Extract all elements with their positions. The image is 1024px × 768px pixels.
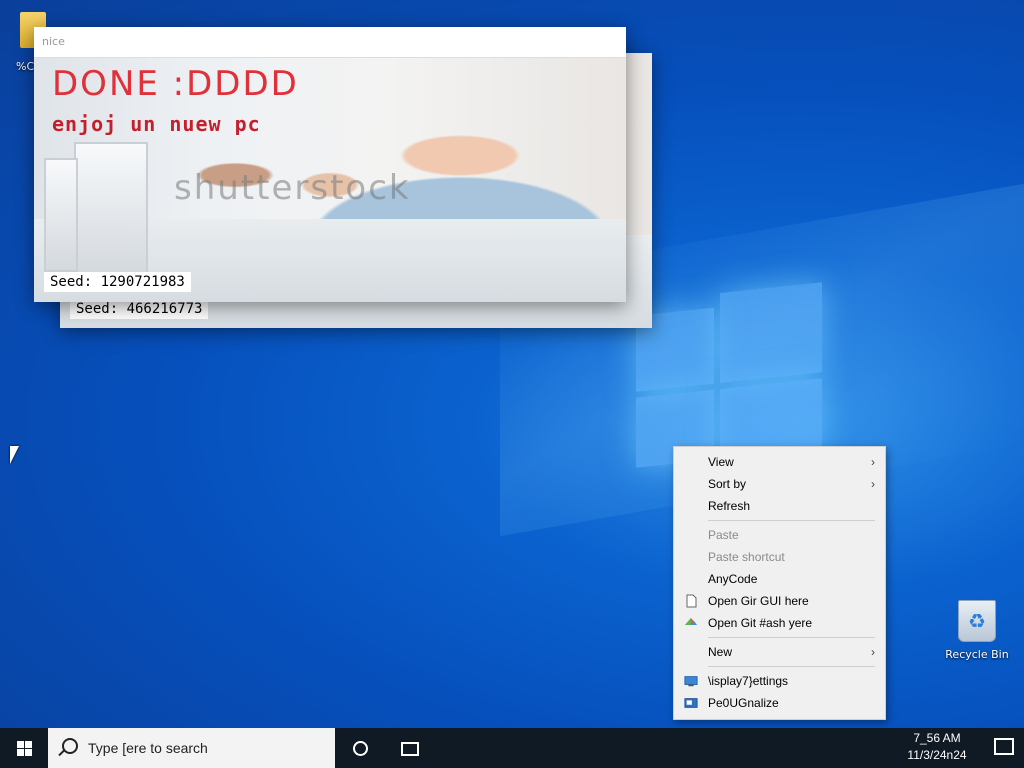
menu-item-open-git-bash[interactable]: Open Git #ash yere bbox=[674, 612, 885, 634]
menu-item-paste: Paste bbox=[674, 524, 885, 546]
photo-window-front[interactable]: nice shutterstock DONE :DDDD enjoj un nu… bbox=[34, 27, 626, 302]
menu-item-open-git-gui[interactable]: Open Gir GUI here bbox=[674, 590, 885, 612]
cortana-button[interactable] bbox=[336, 728, 384, 768]
menu-item-refresh[interactable]: Refresh bbox=[674, 495, 885, 517]
menu-item-label: AnyCode bbox=[708, 572, 758, 586]
menu-item-label: Open Gir GUI here bbox=[708, 594, 809, 608]
taskbar-clock[interactable]: 7_56 AM 11/3/24n24 bbox=[902, 730, 972, 764]
taskbar-search-box[interactable]: Type [ere to search bbox=[48, 728, 335, 768]
menu-item-new[interactable]: New › bbox=[674, 641, 885, 663]
menu-separator bbox=[708, 637, 875, 638]
notification-center-icon[interactable] bbox=[994, 738, 1014, 755]
menu-separator bbox=[708, 520, 875, 521]
git-icon bbox=[685, 618, 697, 625]
submenu-arrow-icon: › bbox=[871, 645, 875, 659]
menu-item-paste-shortcut: Paste shortcut bbox=[674, 546, 885, 568]
menu-separator bbox=[708, 666, 875, 667]
mouse-cursor-icon bbox=[10, 446, 19, 464]
recycle-bin-icon bbox=[958, 600, 996, 642]
menu-item-anycode[interactable]: AnyCode bbox=[674, 568, 885, 590]
task-view-button[interactable] bbox=[384, 728, 432, 768]
menu-item-display-settings[interactable]: \isplay7}ettings bbox=[674, 670, 885, 692]
search-placeholder: Type [ere to search bbox=[88, 740, 208, 756]
photo-subline: enjoj un nuew pc bbox=[52, 112, 261, 136]
folder-label: %C bbox=[16, 60, 35, 73]
photo-image-front: shutterstock DONE :DDDD enjoj un nuew pc bbox=[34, 58, 626, 302]
cortana-circle-icon bbox=[353, 741, 368, 756]
menu-item-label: Paste bbox=[708, 528, 739, 542]
seed-label-back: Seed: 466216773 bbox=[70, 299, 209, 319]
menu-item-view[interactable]: View › bbox=[674, 451, 885, 473]
menu-item-label: Paste shortcut bbox=[708, 550, 785, 564]
menu-item-label: View bbox=[708, 455, 734, 469]
seed-label-front: Seed: 1290721983 bbox=[44, 272, 191, 292]
personalize-icon bbox=[684, 698, 698, 708]
desktop-context-menu: View › Sort by › Refresh Paste Paste sho… bbox=[673, 446, 886, 720]
clock-date: 11/3/24n24 bbox=[907, 748, 967, 762]
photo-watermark: shutterstock bbox=[174, 168, 411, 208]
submenu-arrow-icon: › bbox=[871, 477, 875, 491]
menu-item-label: Open Git #ash yere bbox=[708, 616, 813, 630]
menu-item-label: New bbox=[708, 645, 733, 659]
menu-item-personalize[interactable]: Pe0UGnalize bbox=[674, 692, 885, 714]
windows-logo-wallpaper bbox=[636, 282, 822, 468]
search-icon bbox=[62, 738, 78, 754]
menu-item-sort-by[interactable]: Sort by › bbox=[674, 473, 885, 495]
menu-item-label: \isplay7}ettings bbox=[708, 674, 789, 688]
task-view-icon bbox=[401, 742, 419, 756]
recycle-bin-shortcut[interactable]: Recycle Bin bbox=[942, 600, 1012, 661]
menu-item-label: Refresh bbox=[708, 499, 751, 513]
menu-item-label: Pe0UGnalize bbox=[708, 696, 779, 710]
submenu-arrow-icon: › bbox=[871, 455, 875, 469]
photo-headline: DONE :DDDD bbox=[52, 64, 299, 104]
clock-time: 7_56 AM bbox=[913, 731, 961, 745]
display-icon bbox=[684, 676, 698, 687]
file-icon bbox=[686, 594, 697, 608]
recycle-bin-label: Recycle Bin bbox=[945, 648, 1009, 661]
start-button[interactable] bbox=[0, 728, 48, 768]
taskbar: Type [ere to search 7_56 AM 11/3/24n24 bbox=[0, 728, 1024, 768]
menu-item-label: Sort by bbox=[708, 477, 747, 491]
window-title: nice bbox=[34, 27, 626, 58]
